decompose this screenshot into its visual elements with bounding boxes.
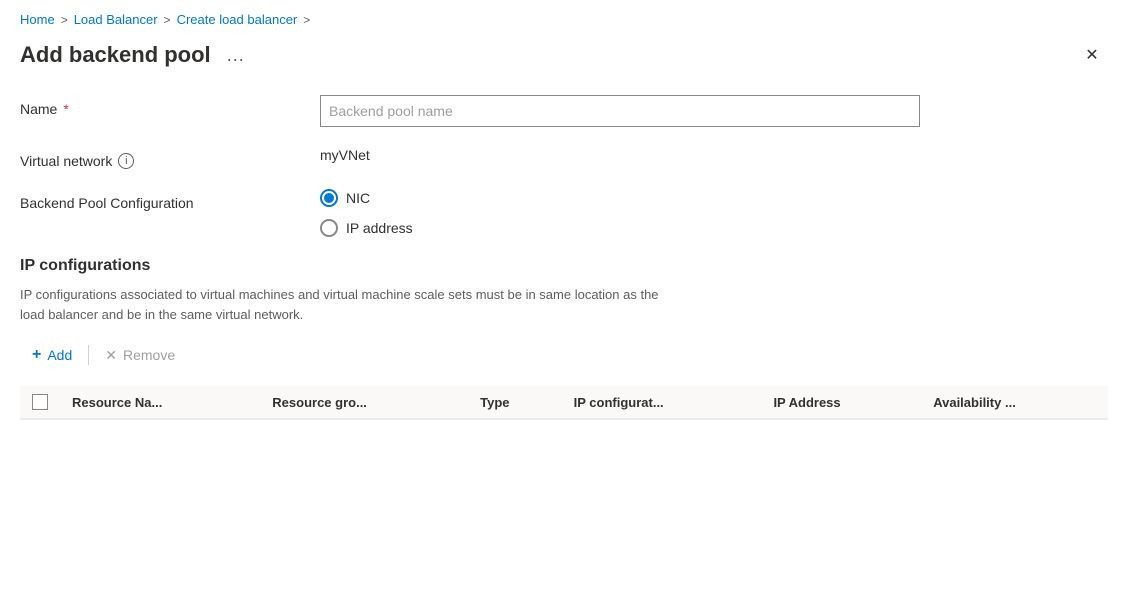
col-resource-group: Resource gro... — [260, 386, 468, 419]
radio-option-ip[interactable]: IP address — [320, 219, 1108, 237]
x-icon: ✕ — [105, 347, 117, 364]
select-all-checkbox[interactable] — [32, 394, 48, 410]
form-container: Name * Virtual network i myVNet Backend … — [0, 87, 1128, 237]
breadcrumb-sep-2: > — [164, 13, 171, 27]
table-container: Resource Na... Resource gro... Type IP c… — [0, 386, 1128, 420]
virtual-network-row: Virtual network i myVNet — [20, 147, 1108, 169]
virtual-network-label: Virtual network i — [20, 147, 320, 169]
add-label: Add — [47, 347, 72, 363]
radio-nic[interactable] — [320, 189, 338, 207]
breadcrumb: Home > Load Balancer > Create load balan… — [0, 0, 1128, 35]
radio-ip[interactable] — [320, 219, 338, 237]
radio-group: NIC IP address — [320, 189, 1108, 237]
name-row: Name * — [20, 95, 1108, 127]
breadcrumb-sep-3: > — [303, 13, 310, 27]
col-ip-configuration: IP configurat... — [562, 386, 762, 419]
radio-ip-label: IP address — [346, 220, 413, 236]
breadcrumb-sep-1: > — [61, 13, 68, 27]
add-button[interactable]: + Add — [20, 340, 84, 370]
name-label: Name * — [20, 95, 320, 117]
col-ip-address: IP Address — [761, 386, 921, 419]
name-input[interactable] — [320, 95, 920, 127]
panel-header: Add backend pool ... ✕ — [0, 35, 1128, 87]
virtual-network-value-container: myVNet — [320, 147, 1108, 163]
radio-nic-label: NIC — [346, 190, 370, 206]
close-button[interactable]: ✕ — [1076, 39, 1108, 71]
backend-pool-config-row: Backend Pool Configuration NIC IP addres… — [20, 189, 1108, 237]
name-field-container — [320, 95, 1108, 127]
virtual-network-value: myVNet — [320, 141, 370, 163]
ip-configurations-title: IP configurations — [0, 257, 1128, 275]
col-type: Type — [468, 386, 562, 419]
toolbar-separator — [88, 345, 89, 365]
panel-title: Add backend pool — [20, 42, 211, 68]
col-checkbox — [20, 386, 60, 419]
ellipsis-button[interactable]: ... — [221, 43, 251, 68]
col-resource-name: Resource Na... — [60, 386, 260, 419]
backend-pool-config-options: NIC IP address — [320, 189, 1108, 237]
virtual-network-info-icon[interactable]: i — [118, 153, 134, 169]
breadcrumb-home[interactable]: Home — [20, 12, 55, 27]
breadcrumb-create-lb[interactable]: Create load balancer — [177, 12, 298, 27]
breadcrumb-load-balancer[interactable]: Load Balancer — [74, 12, 158, 27]
plus-icon: + — [32, 346, 41, 364]
ip-configurations-description: IP configurations associated to virtual … — [0, 285, 700, 324]
table-header: Resource Na... Resource gro... Type IP c… — [20, 386, 1108, 419]
remove-label: Remove — [123, 347, 175, 363]
panel-title-group: Add backend pool ... — [20, 42, 251, 68]
backend-pool-config-label: Backend Pool Configuration — [20, 189, 320, 211]
radio-option-nic[interactable]: NIC — [320, 189, 1108, 207]
data-table: Resource Na... Resource gro... Type IP c… — [20, 386, 1108, 420]
col-availability: Availability ... — [921, 386, 1108, 419]
toolbar: + Add ✕ Remove — [0, 340, 1128, 370]
required-indicator: * — [63, 101, 68, 117]
remove-button[interactable]: ✕ Remove — [93, 341, 187, 370]
